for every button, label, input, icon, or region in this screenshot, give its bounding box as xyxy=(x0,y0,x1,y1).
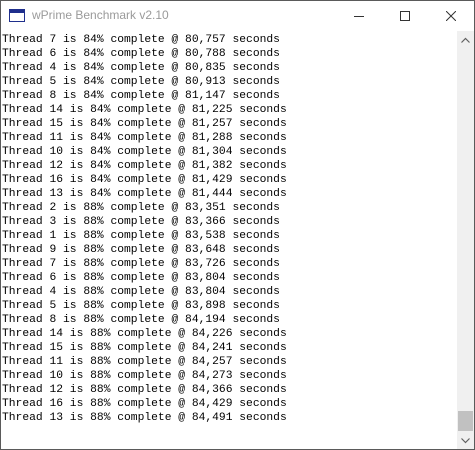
vertical-scrollbar[interactable] xyxy=(457,31,474,449)
console-line: Thread 6 is 84% complete @ 80,788 second… xyxy=(2,48,280,60)
console-line: Thread 10 is 84% complete @ 81,304 secon… xyxy=(2,146,287,158)
console-line: Thread 11 is 84% complete @ 81,288 secon… xyxy=(2,132,287,144)
console-line: Thread 10 is 88% complete @ 84,273 secon… xyxy=(2,370,287,382)
console-line: Thread 3 is 88% complete @ 83,366 second… xyxy=(2,216,280,228)
maximize-button[interactable] xyxy=(382,1,428,31)
close-icon xyxy=(446,11,456,21)
console-line: Thread 16 is 88% complete @ 84,429 secon… xyxy=(2,398,287,410)
chevron-up-icon xyxy=(461,37,470,43)
chevron-down-icon xyxy=(461,437,470,443)
console-line: Thread 2 is 88% complete @ 83,351 second… xyxy=(2,202,280,214)
console-line: Thread 13 is 84% complete @ 81,444 secon… xyxy=(2,188,287,200)
console-line: Thread 6 is 88% complete @ 83,804 second… xyxy=(2,272,280,284)
console-line: Thread 9 is 88% complete @ 83,648 second… xyxy=(2,244,280,256)
app-window: wPrime Benchmark v2.10 Thread 7 is 84% c… xyxy=(0,0,475,450)
console-output[interactable]: Thread 7 is 84% complete @ 80,757 second… xyxy=(1,31,457,449)
console-line: Thread 8 is 84% complete @ 81,147 second… xyxy=(2,90,280,102)
console-window-icon xyxy=(9,9,25,22)
console-line: Thread 16 is 84% complete @ 81,429 secon… xyxy=(2,174,287,186)
console-line: Thread 8 is 88% complete @ 84,194 second… xyxy=(2,314,280,326)
console-line: Thread 11 is 88% complete @ 84,257 secon… xyxy=(2,356,287,368)
console-line: Thread 4 is 84% complete @ 80,835 second… xyxy=(2,62,280,74)
console-line: Thread 5 is 88% complete @ 83,898 second… xyxy=(2,300,280,312)
console-line: Thread 13 is 88% complete @ 84,491 secon… xyxy=(2,412,287,424)
scroll-up-button[interactable] xyxy=(457,31,474,48)
console-line: Thread 14 is 84% complete @ 81,225 secon… xyxy=(2,104,287,116)
title-bar[interactable]: wPrime Benchmark v2.10 xyxy=(1,1,474,31)
console-line: Thread 1 is 88% complete @ 83,538 second… xyxy=(2,230,280,242)
console-line: Thread 15 is 84% complete @ 81,257 secon… xyxy=(2,118,287,130)
console-line: Thread 5 is 84% complete @ 80,913 second… xyxy=(2,76,280,88)
window-title: wPrime Benchmark v2.10 xyxy=(32,8,169,22)
scrollbar-thumb[interactable] xyxy=(458,411,473,431)
console-line: Thread 7 is 88% complete @ 83,726 second… xyxy=(2,258,280,270)
maximize-icon xyxy=(400,11,410,21)
console-line: Thread 4 is 88% complete @ 83,804 second… xyxy=(2,286,280,298)
minimize-icon xyxy=(354,16,364,17)
minimize-button[interactable] xyxy=(336,1,382,31)
console-line: Thread 12 is 88% complete @ 84,366 secon… xyxy=(2,384,287,396)
close-button[interactable] xyxy=(428,1,474,31)
console-line: Thread 14 is 88% complete @ 84,226 secon… xyxy=(2,328,287,340)
console-line: Thread 12 is 84% complete @ 81,382 secon… xyxy=(2,160,287,172)
console-line: Thread 7 is 84% complete @ 80,757 second… xyxy=(2,34,280,46)
scroll-down-button[interactable] xyxy=(457,432,474,449)
console-line: Thread 15 is 88% complete @ 84,241 secon… xyxy=(2,342,287,354)
